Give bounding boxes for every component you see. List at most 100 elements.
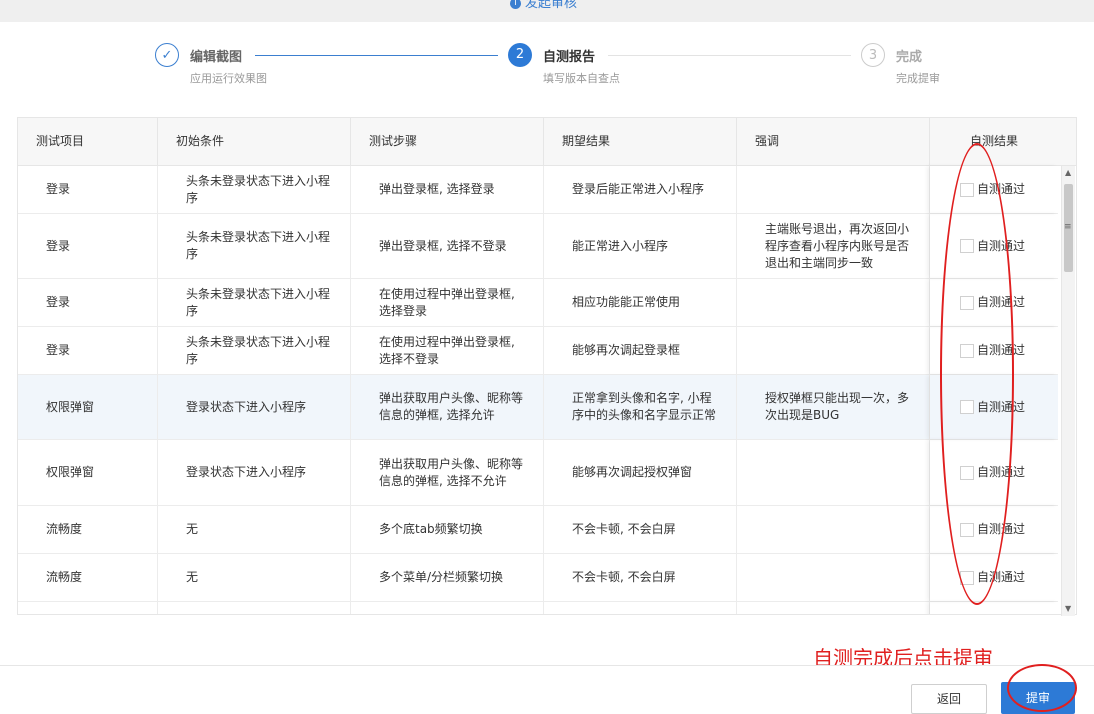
condition-cell: 头条未登录状态下进入小程序 <box>158 279 351 326</box>
step-3-title: 完成 <box>896 50 923 65</box>
test-item-cell-text: 权限弹窗 <box>46 465 95 479</box>
condition-cell-text: 头条未登录状态下进入小程序 <box>186 286 331 318</box>
expected-cell-text: 不会卡顿, 不会白屏 <box>572 522 676 536</box>
step-1-title: 编辑截图 <box>190 50 243 65</box>
header-emphasis: 强调 <box>737 118 930 166</box>
condition-cell <box>158 602 351 614</box>
step-2-subtitle: 填写版本自查点 <box>543 72 620 85</box>
test-item-cell-text: 登录 <box>46 238 71 253</box>
test-item-cell: 流畅度 <box>18 506 158 553</box>
condition-cell-text: 无 <box>186 522 199 536</box>
self-test-result-cell <box>930 602 1058 614</box>
header-self-test-result: 自测结果 <box>970 134 1019 148</box>
expected-cell-text: 能够再次调起登录框 <box>572 343 681 357</box>
condition-cell: 头条未登录状态下进入小程序 <box>158 166 351 213</box>
emphasis-cell: 授权弹框只能出现一次，多次出现是BUG <box>737 375 930 439</box>
steps-cell: 弹出登录框, 选择登录 <box>351 166 544 213</box>
steps-cell: 弹出登录框, 选择不登录 <box>351 214 544 278</box>
expected-cell-text: 能正常进入小程序 <box>572 238 669 253</box>
expected-cell-text: 能够再次调起授权弹窗 <box>572 465 693 479</box>
annotation-circle-results <box>940 143 1014 605</box>
step-3-number: 3 <box>861 43 885 67</box>
step-1-check-icon: ✓ <box>155 43 179 67</box>
submit-review-notice[interactable]: i 发起审核 <box>510 0 577 11</box>
steps-cell: 弹出获取用户头像、昵称等信息的弹框, 选择允许 <box>351 375 544 439</box>
condition-cell: 无 <box>158 554 351 601</box>
steps-cell-text: 弹出登录框, 选择登录 <box>379 182 495 196</box>
expected-cell: 按钮本身需要和右上角胶 <box>544 602 737 614</box>
test-item-cell-text: 权限弹窗 <box>46 399 95 414</box>
expected-cell: 不会卡顿, 不会白屏 <box>544 554 737 601</box>
step-2-title: 自测报告 <box>543 50 596 65</box>
steps-cell-text: 多个底tab频繁切换 <box>379 522 483 536</box>
emphasis-cell <box>737 554 930 601</box>
steps-cell-text: 弹出获取用户头像、昵称等信息的弹框, 选择允许 <box>379 391 524 422</box>
annotation-circle-submit <box>1007 664 1077 712</box>
condition-cell-text: 头条未登录状态下进入小程序 <box>186 230 331 261</box>
table-header: 测试项目 初始条件 测试步骤 期望结果 强调 自测结果 <box>18 118 1076 166</box>
steps-cell: 在使用过程中弹出登录框, 选择不登录 <box>351 327 544 374</box>
step-3-subtitle: 完成提审 <box>896 72 940 85</box>
step-2-number: 2 <box>508 43 532 67</box>
test-item-cell: 登录 <box>18 279 158 326</box>
expected-cell: 登录后能正常进入小程序 <box>544 166 737 213</box>
table-row: 权限弹窗 登录状态下进入小程序 弹出获取用户头像、昵称等信息的弹框, 选择不允许 能够… <box>18 440 1058 506</box>
condition-cell-text: 登录状态下进入小程序 <box>186 465 307 479</box>
steps-cell-text: 弹出获取用户头像、昵称等信息的弹框, 选择不允许 <box>379 456 524 488</box>
test-item-cell <box>18 602 158 614</box>
header-test-item: 测试项目 <box>18 118 158 166</box>
table-scrollbar[interactable]: ▲ ≡ ▼ <box>1061 166 1075 616</box>
table-row: 登录 头条未登录状态下进入小程序 在使用过程中弹出登录框, 选择登录 相应功能能正常使… <box>18 279 1058 327</box>
table-row: 登录 头条未登录状态下进入小程序 弹出登录框, 选择登录 登录后能正常进入小程序 自测通… <box>18 166 1058 214</box>
emphasis-cell <box>737 327 930 374</box>
table-row: 登录 头条未登录状态下进入小程序 弹出登录框, 选择不登录 能正常进入小程序 主端账号退… <box>18 214 1058 279</box>
table-row: 页面如果右上角有返回按 按钮本身需要和右上角胶 <box>18 602 1058 614</box>
steps-cell-text: 弹出登录框, 选择不登录 <box>379 238 507 253</box>
back-button[interactable]: 返回 <box>911 684 987 714</box>
step-connector-2 <box>608 55 851 56</box>
table-row: 流畅度无多个底tab频繁切换 不会卡顿, 不会白屏 自测通过 <box>18 506 1058 554</box>
table-row: 权限弹窗 登录状态下进入小程序 弹出获取用户头像、昵称等信息的弹框, 选择允许 正常拿… <box>18 375 1058 440</box>
scroll-grip-icon: ≡ <box>1064 222 1072 232</box>
condition-cell-text: 头条未登录状态下进入小程序 <box>186 173 331 205</box>
emphasis-cell <box>737 506 930 553</box>
expected-cell-text: 按钮本身需要和右上角胶 <box>572 613 704 614</box>
test-item-cell: 登录 <box>18 166 158 213</box>
test-item-cell: 权限弹窗 <box>18 440 158 505</box>
test-item-cell-text: 登录 <box>46 343 71 357</box>
header-expected-result: 期望结果 <box>544 118 737 166</box>
emphasis-cell: 主端账号退出，再次返回小程序查看小程序内账号是否退出和主端同步一致 <box>737 214 930 278</box>
steps-cell-text: 在使用过程中弹出登录框, 选择不登录 <box>379 334 515 366</box>
test-item-cell-text: 登录 <box>46 182 71 196</box>
emphasis-cell <box>737 279 930 326</box>
emphasis-cell-text: 授权弹框只能出现一次，多次出现是BUG <box>765 391 910 422</box>
table-row: 登录 头条未登录状态下进入小程序 在使用过程中弹出登录框, 选择不登录 能够再次调起登… <box>18 327 1058 375</box>
test-item-cell: 流畅度 <box>18 554 158 601</box>
condition-cell: 登录状态下进入小程序 <box>158 440 351 505</box>
emphasis-cell-text: 主端账号退出，再次返回小程序查看小程序内账号是否退出和主端同步一致 <box>765 221 910 270</box>
info-icon: i <box>510 0 521 9</box>
condition-cell: 头条未登录状态下进入小程序 <box>158 214 351 278</box>
expected-cell-text: 相应功能能正常使用 <box>572 295 681 309</box>
condition-cell: 登录状态下进入小程序 <box>158 375 351 439</box>
steps-cell: 多个菜单/分栏频繁切换 <box>351 554 544 601</box>
steps-cell: 在使用过程中弹出登录框, 选择登录 <box>351 279 544 326</box>
scroll-down-icon[interactable]: ▼ <box>1065 604 1071 613</box>
condition-cell: 头条未登录状态下进入小程序 <box>158 327 351 374</box>
condition-cell-text: 登录状态下进入小程序 <box>186 399 307 414</box>
expected-cell: 能正常进入小程序 <box>544 214 737 278</box>
test-item-cell: 登录 <box>18 327 158 374</box>
expected-cell-text: 正常拿到头像和名字, 小程序中的头像和名字显示正常 <box>572 391 717 422</box>
header-test-steps: 测试步骤 <box>351 118 544 166</box>
scroll-up-icon[interactable]: ▲ <box>1065 168 1071 177</box>
condition-cell-text: 头条未登录状态下进入小程序 <box>186 334 331 366</box>
expected-cell-text: 不会卡顿, 不会白屏 <box>572 570 676 584</box>
step-1-subtitle: 应用运行效果图 <box>190 72 267 85</box>
steps-cell: 弹出获取用户头像、昵称等信息的弹框, 选择不允许 <box>351 440 544 505</box>
steps-cell-text: 多个菜单/分栏频繁切换 <box>379 570 504 584</box>
test-item-cell-text: 登录 <box>46 295 71 309</box>
expected-cell: 能够再次调起登录框 <box>544 327 737 374</box>
emphasis-cell <box>737 440 930 505</box>
notice-text: 发起审核 <box>525 0 578 11</box>
step-connector-1 <box>255 55 498 56</box>
